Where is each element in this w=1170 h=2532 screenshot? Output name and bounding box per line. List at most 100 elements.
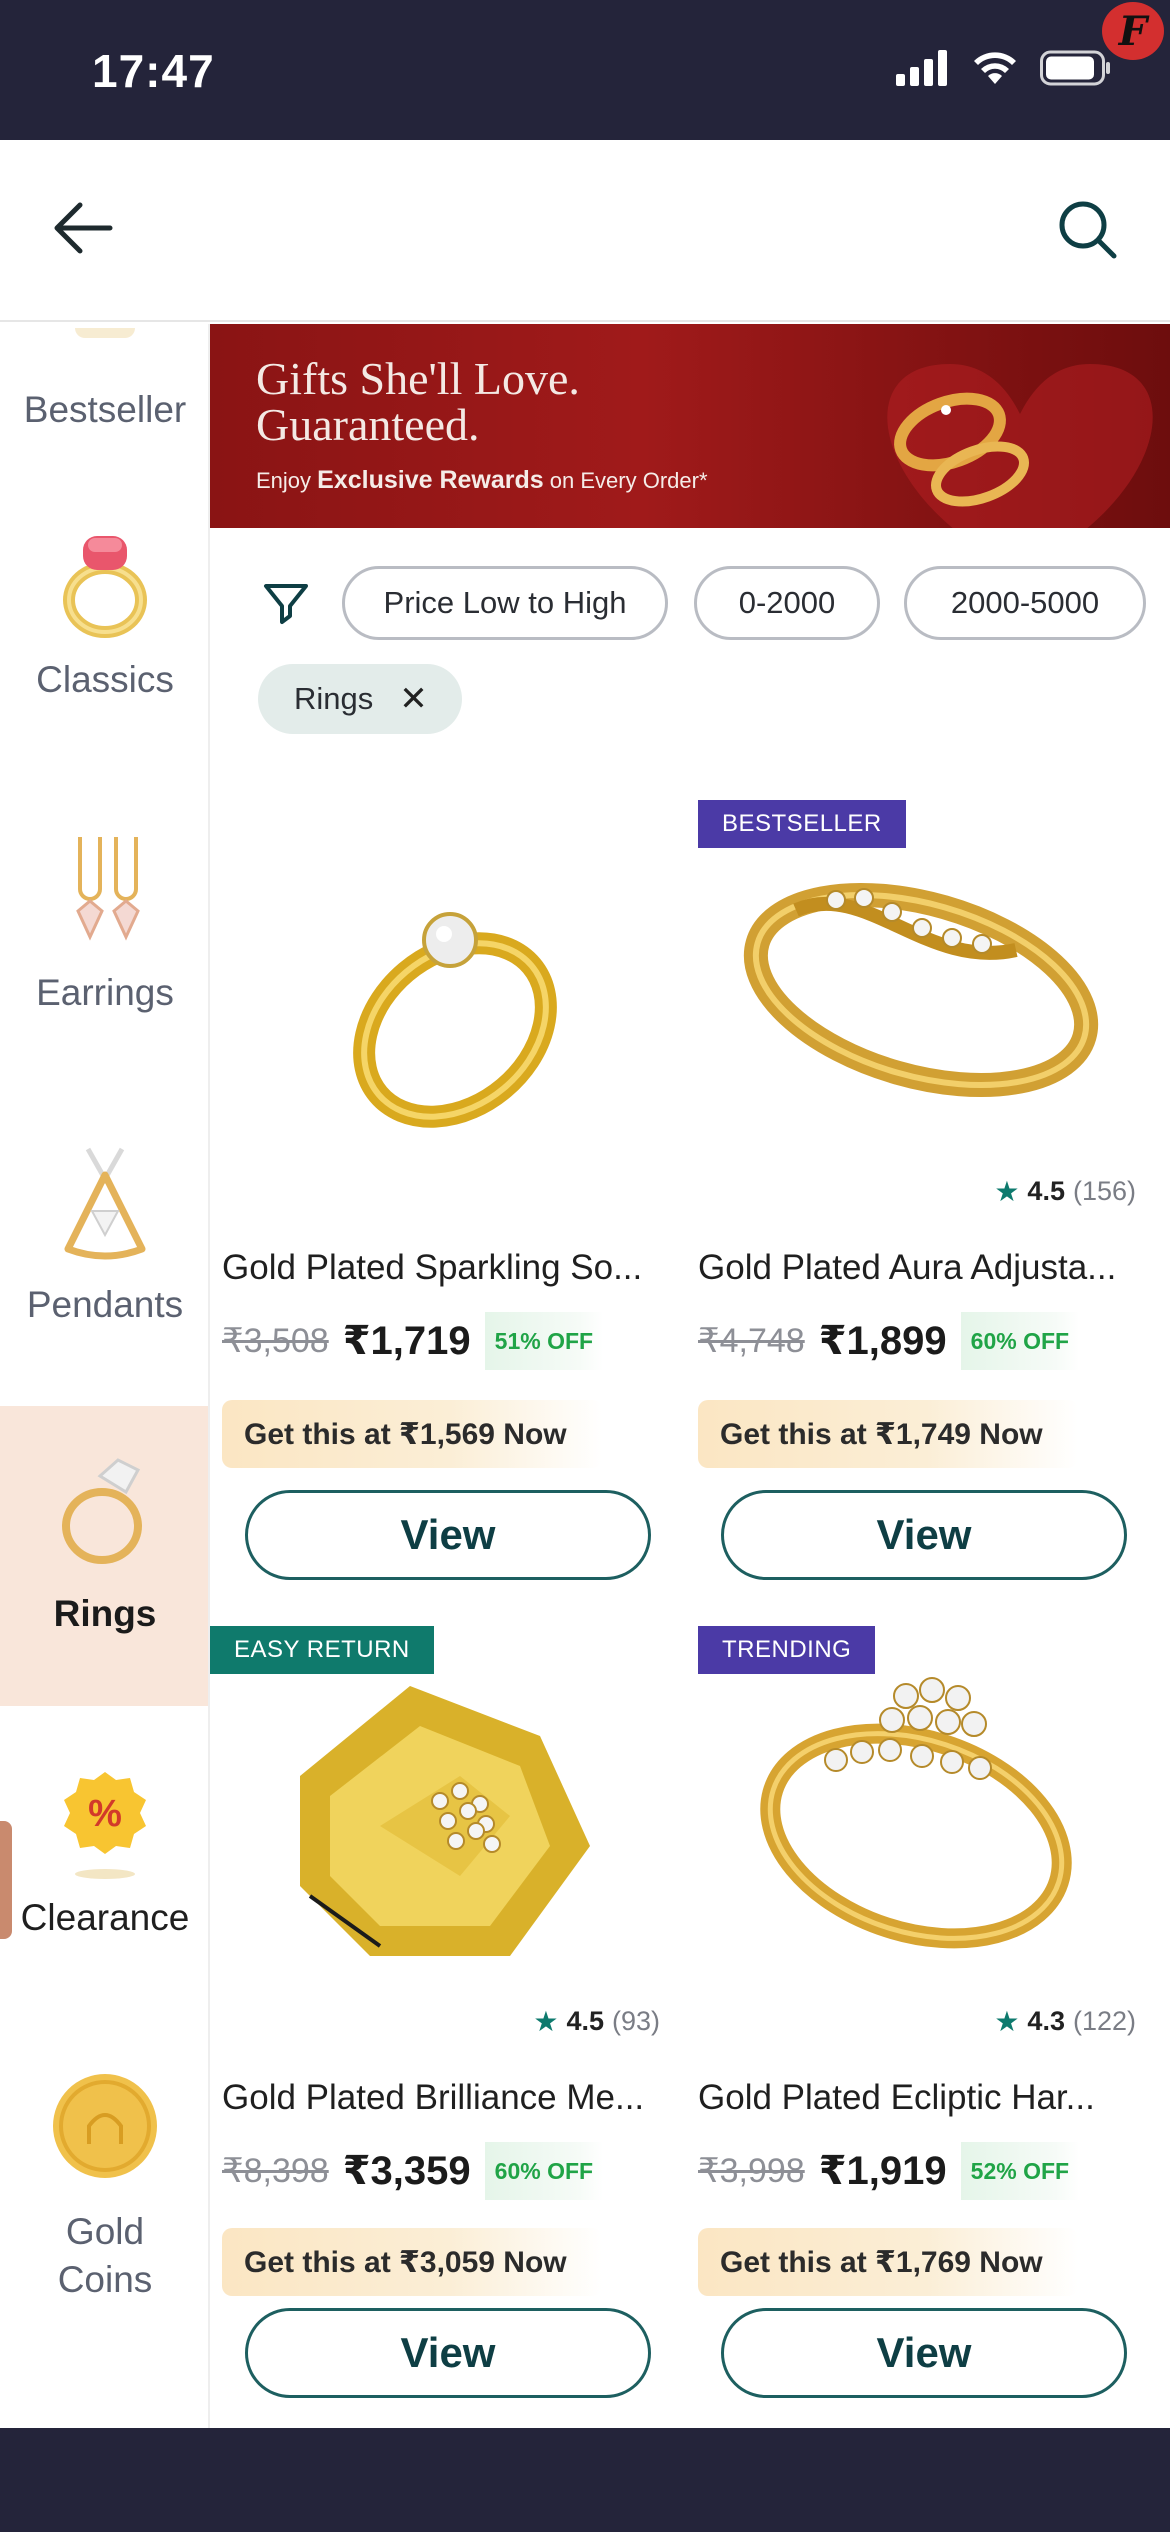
top-app-bar bbox=[0, 140, 1170, 322]
view-button[interactable]: View bbox=[245, 1490, 651, 1580]
product-image[interactable] bbox=[210, 800, 680, 1224]
product-image[interactable]: EASY RETURN ★ 4.5 (93) bbox=[210, 1626, 680, 2054]
active-indicator bbox=[0, 1821, 12, 1939]
product-card[interactable]: EASY RETURN ★ 4.5 (93) Gold Plated Brill… bbox=[210, 1626, 680, 2416]
deal-banner: Get this at ₹1,769 Now bbox=[698, 2228, 1078, 2296]
deal-banner: Get this at ₹3,059 Now bbox=[222, 2228, 602, 2296]
review-count: (122) bbox=[1072, 2005, 1136, 2036]
filter-funnel-icon bbox=[264, 584, 308, 624]
product-card[interactable]: Gold Plated Sparkling So... ₹3,508 ₹1,71… bbox=[210, 800, 680, 1590]
filter-row: Price Low to High 0-2000 2000-5000 bbox=[210, 566, 1170, 642]
back-button[interactable] bbox=[52, 200, 114, 261]
product-title[interactable]: Gold Plated Brilliance Me... bbox=[222, 2078, 682, 2118]
deal-banner: Get this at ₹1,749 Now bbox=[698, 1400, 1078, 1468]
rating-badge: ★ 4.5 (156) bbox=[974, 1158, 1156, 1224]
ring-icon bbox=[62, 1458, 142, 1564]
sidebar-item-label: Bestseller bbox=[23, 389, 187, 430]
deal-banner: Get this at ₹1,569 Now bbox=[222, 1400, 602, 1468]
banner-headline: Gifts She'll Love. Guaranteed. bbox=[256, 356, 580, 448]
promo-banner[interactable]: Gifts She'll Love. Guaranteed. Enjoy Exc… bbox=[210, 324, 1170, 528]
sale-price: ₹1,899 bbox=[818, 1319, 947, 1363]
view-button[interactable]: View bbox=[721, 2308, 1127, 2398]
chip-price-low-to-high[interactable]: Price Low to High bbox=[342, 566, 668, 640]
sale-price: ₹3,359 bbox=[342, 2149, 471, 2193]
bottom-system-bar bbox=[0, 2428, 1170, 2532]
sidebar-item-rings[interactable]: Rings bbox=[0, 1406, 208, 1706]
review-count: (93) bbox=[611, 2005, 660, 2036]
close-icon[interactable]: ✕ bbox=[399, 679, 428, 719]
sidebar-item-earrings[interactable]: Earrings bbox=[0, 829, 208, 1099]
banner-headline-line-2: Guaranteed. bbox=[256, 399, 480, 450]
applied-filter-label: Rings bbox=[294, 681, 374, 716]
arrow-left-icon bbox=[54, 202, 113, 254]
star-icon: ★ bbox=[533, 2005, 559, 2037]
mrp-price: ₹8,398 bbox=[222, 2152, 329, 2190]
sidebar-item-label: Clearance bbox=[20, 1897, 190, 1938]
product-tag: BESTSELLER bbox=[698, 800, 906, 848]
rating-badge: ★ 4.5 (93) bbox=[513, 1988, 680, 2054]
sidebar-item-bestseller[interactable]: Bestseller bbox=[0, 324, 208, 450]
chip-2000-5000[interactable]: 2000-5000 bbox=[904, 566, 1146, 640]
sidebar-item-label: Pendants bbox=[26, 1284, 184, 1325]
chip-0-2000[interactable]: 0-2000 bbox=[694, 566, 880, 640]
product-tag: EASY RETURN bbox=[210, 1626, 434, 1674]
sidebar-item-label: Rings bbox=[53, 1593, 157, 1634]
percent-badge-icon: % bbox=[64, 1772, 146, 1879]
price-row: ₹3,998 ₹1,919 52% OFF bbox=[698, 2142, 1080, 2200]
product-card[interactable]: BESTSELLER ★ 4.5 (156) Gold Plated Aura … bbox=[686, 800, 1156, 1590]
sidebar-item-label: Classics bbox=[36, 659, 174, 700]
app-badge[interactable]: F bbox=[1102, 2, 1164, 60]
sidebar-item-gold-coins[interactable]: Gold Coins bbox=[0, 2064, 208, 2364]
discount-badge: 60% OFF bbox=[960, 1312, 1080, 1370]
gold-coin-icon bbox=[53, 2074, 157, 2178]
sidebar-item-label: Earrings bbox=[36, 972, 174, 1013]
banner-sub-prefix: Enjoy bbox=[256, 468, 318, 493]
earrings-icon bbox=[76, 837, 140, 941]
wifi-icon bbox=[974, 52, 1016, 84]
product-title[interactable]: Gold Plated Ecliptic Har... bbox=[698, 2078, 1158, 2118]
mrp-price: ₹3,508 bbox=[222, 1322, 329, 1360]
banner-sub-bold: Exclusive Rewards bbox=[317, 466, 544, 494]
status-icons bbox=[896, 50, 1112, 86]
rating-value: 4.3 bbox=[1027, 2005, 1065, 2036]
ring-solitaire-image bbox=[353, 912, 557, 1128]
ring-pink-stone-icon bbox=[63, 536, 147, 638]
status-bar: 17:47 F bbox=[0, 0, 1170, 140]
product-image[interactable]: BESTSELLER ★ 4.5 (156) bbox=[686, 800, 1156, 1224]
mrp-price: ₹3,998 bbox=[698, 2152, 805, 2190]
rating-badge: ★ 4.3 (122) bbox=[974, 1988, 1156, 2054]
star-icon: ★ bbox=[994, 1175, 1020, 1207]
product-tag: TRENDING bbox=[698, 1626, 876, 1674]
pendant-icon bbox=[64, 1147, 146, 1260]
banner-subtext: Enjoy Exclusive Rewards on Every Order* bbox=[256, 466, 708, 495]
banner-sub-suffix: on Every Order* bbox=[543, 468, 708, 493]
banner-headline-line-1: Gifts She'll Love. bbox=[256, 353, 580, 404]
battery-icon bbox=[1040, 50, 1110, 86]
sidebar-item-label: Gold Coins bbox=[57, 2211, 153, 2300]
rating-value: 4.5 bbox=[1027, 1175, 1065, 1206]
product-title[interactable]: Gold Plated Sparkling So... bbox=[222, 1248, 682, 1288]
sidebar-item-pendants[interactable]: Pendants bbox=[0, 1139, 208, 1409]
sale-price: ₹1,719 bbox=[342, 1319, 471, 1363]
price-row: ₹3,508 ₹1,719 51% OFF bbox=[222, 1312, 604, 1370]
view-button[interactable]: View bbox=[245, 2308, 651, 2398]
applied-filter-tag[interactable]: Rings ✕ bbox=[258, 664, 462, 734]
product-title[interactable]: Gold Plated Aura Adjusta... bbox=[698, 1248, 1158, 1288]
discount-badge: 52% OFF bbox=[960, 2142, 1080, 2200]
product-card[interactable]: TRENDING ★ 4.3 (122) Gold Plated Eclipti… bbox=[686, 1626, 1156, 2416]
bestseller-icon bbox=[75, 328, 135, 338]
discount-badge: 60% OFF bbox=[484, 2142, 604, 2200]
product-image[interactable]: TRENDING ★ 4.3 (122) bbox=[686, 1626, 1156, 2054]
view-button[interactable]: View bbox=[721, 1490, 1127, 1580]
sidebar-item-clearance[interactable]: % Clearance bbox=[0, 1758, 208, 2028]
rating-value: 4.5 bbox=[566, 2005, 604, 2036]
discount-badge: 51% OFF bbox=[484, 1312, 604, 1370]
price-row: ₹8,398 ₹3,359 60% OFF bbox=[222, 2142, 604, 2200]
category-sidebar: Bestseller Classics Earrings Pendants Ri… bbox=[0, 324, 210, 2428]
status-time: 17:47 bbox=[92, 45, 215, 97]
filter-button[interactable] bbox=[262, 580, 310, 633]
star-icon: ★ bbox=[994, 2005, 1020, 2037]
search-button[interactable] bbox=[1056, 198, 1118, 265]
sidebar-item-classics[interactable]: Classics bbox=[0, 514, 208, 784]
review-count: (156) bbox=[1072, 1175, 1136, 1206]
